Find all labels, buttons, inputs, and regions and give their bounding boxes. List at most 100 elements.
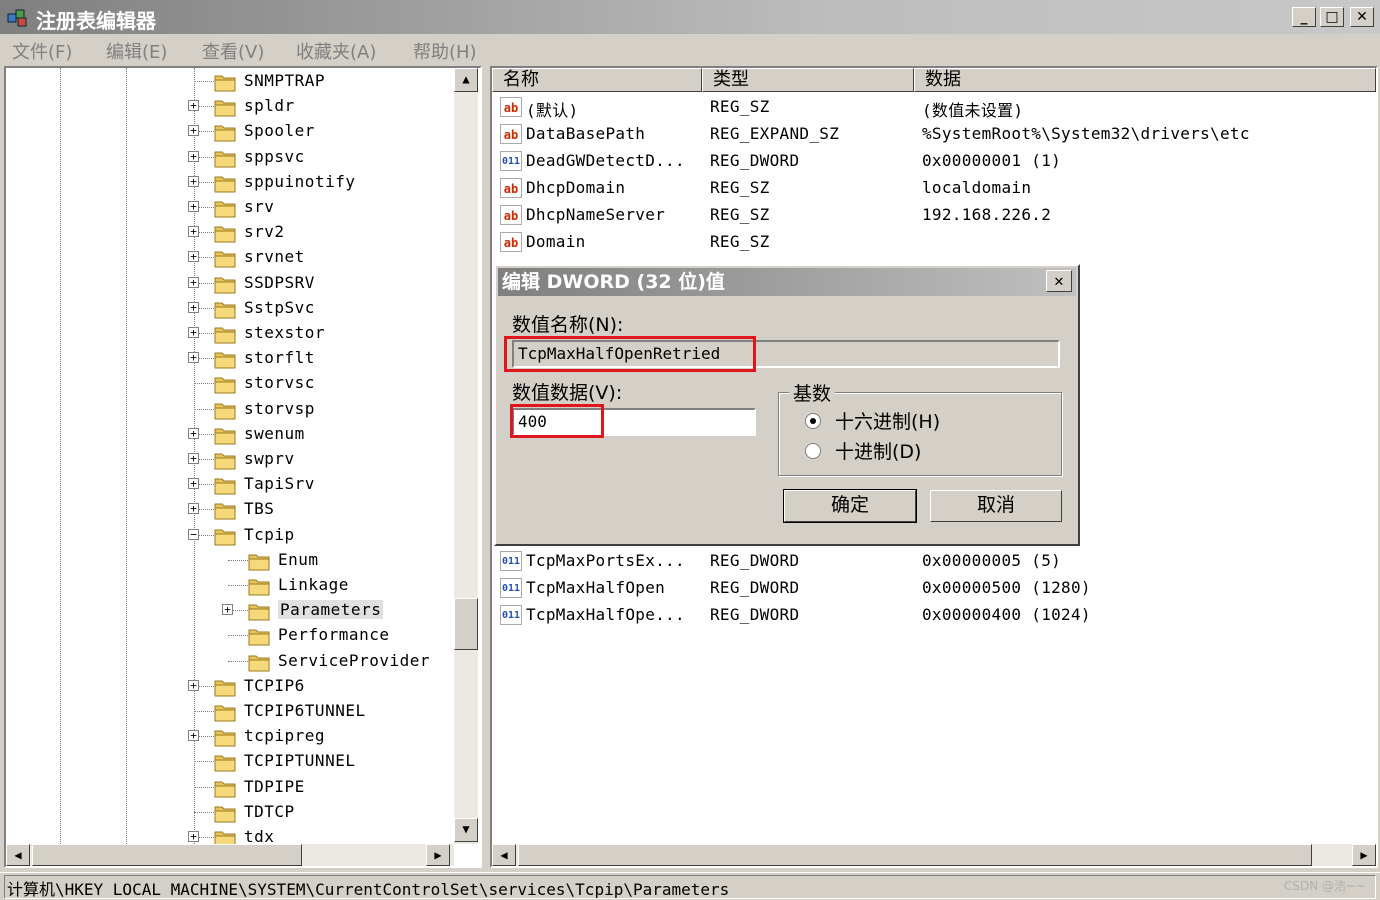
tree-item[interactable]: ServiceProvider: [6, 650, 452, 674]
tree-item-label[interactable]: SSDPSRV: [244, 273, 315, 292]
value-row[interactable]: ab (默认) REG_SZ (数值未设置): [498, 94, 1368, 121]
expand-icon[interactable]: +: [188, 201, 199, 212]
tree-item[interactable]: + sppuinotify: [6, 171, 452, 195]
minimize-button[interactable]: _: [1292, 7, 1316, 27]
tree-item-label[interactable]: TCPIP6TUNNEL: [244, 701, 366, 720]
tree-item-label[interactable]: TapiSrv: [244, 474, 315, 493]
menu-help[interactable]: 帮助(H): [413, 38, 477, 64]
tree-item[interactable]: TCPIPTUNNEL: [6, 750, 452, 774]
tree-item[interactable]: + swprv: [6, 448, 452, 472]
expand-icon[interactable]: +: [188, 679, 199, 691]
value-row[interactable]: 011 TcpMaxPortsEx... REG_DWORD 0x00000005 (…: [498, 548, 1368, 575]
tree-item[interactable]: + sppsvc: [6, 146, 452, 170]
tree-item-label[interactable]: sppuinotify: [244, 172, 355, 191]
tree-item-label[interactable]: srvnet: [244, 247, 305, 266]
tree-item[interactable]: + storflt: [6, 347, 452, 371]
tree-item[interactable]: + srvnet: [6, 246, 452, 270]
expand-icon[interactable]: +: [188, 100, 199, 112]
expand-icon[interactable]: +: [188, 251, 199, 263]
tree-item[interactable]: TDTCP: [6, 801, 452, 825]
expand-icon[interactable]: +: [188, 831, 199, 842]
tree-item[interactable]: + Parameters: [6, 599, 452, 623]
tree-item[interactable]: + SstpSvc: [6, 297, 452, 321]
tree-item-label[interactable]: srv: [244, 197, 274, 216]
tree-item[interactable]: storvsc: [6, 372, 452, 396]
tree-item[interactable]: + TBS: [6, 498, 452, 522]
tree-item-label[interactable]: TCPIP6: [244, 676, 305, 695]
value-row[interactable]: ab DhcpNameServer REG_SZ 192.168.226.2: [498, 202, 1368, 229]
tree-item-label[interactable]: stexstor: [244, 323, 325, 342]
tree-item[interactable]: TCPIP6TUNNEL: [6, 700, 452, 724]
tree-item[interactable]: Linkage: [6, 574, 452, 598]
value-row[interactable]: 011 TcpMaxHalfOpe... REG_DWORD 0x00000400 (…: [498, 602, 1368, 629]
expand-icon[interactable]: +: [188, 175, 199, 187]
tree-item[interactable]: + srv: [6, 196, 452, 220]
expand-icon[interactable]: +: [188, 453, 199, 464]
value-row[interactable]: ab Domain REG_SZ: [498, 229, 1368, 256]
tree-item-label[interactable]: Parameters: [278, 600, 384, 620]
maximize-button[interactable]: □: [1320, 7, 1344, 27]
tree-item-label[interactable]: sppsvc: [244, 147, 305, 166]
tree-item-label[interactable]: TBS: [244, 499, 274, 518]
tree-item-label[interactable]: Linkage: [278, 575, 349, 594]
tree-item-label[interactable]: spldr: [244, 96, 295, 115]
tree-item[interactable]: storvsp: [6, 398, 452, 422]
expand-icon[interactable]: +: [188, 150, 199, 162]
tree-scroll-down-button[interactable]: ▼: [454, 818, 478, 842]
tree-scroll-thumb[interactable]: [454, 598, 478, 650]
expand-icon[interactable]: +: [188, 478, 199, 490]
expand-icon[interactable]: +: [222, 604, 233, 616]
dialog-close-button[interactable]: ✕: [1046, 270, 1072, 292]
tree-item-label[interactable]: tcpipreg: [244, 726, 325, 745]
expand-icon[interactable]: +: [188, 327, 199, 338]
expand-icon[interactable]: +: [188, 276, 199, 288]
tree-item[interactable]: + TapiSrv: [6, 473, 452, 497]
tree-item-label[interactable]: ServiceProvider: [278, 651, 430, 670]
tree-item-label[interactable]: TDTCP: [244, 802, 295, 821]
expand-icon[interactable]: +: [188, 352, 199, 364]
tree-item-label[interactable]: swenum: [244, 424, 305, 443]
value-row[interactable]: ab DataBasePath REG_EXPAND_SZ %SystemRoot%\…: [498, 121, 1368, 148]
list-scroll-left-button[interactable]: ◀: [492, 844, 516, 866]
menu-file[interactable]: 文件(F): [12, 38, 72, 64]
tree-item-label[interactable]: Spooler: [244, 121, 315, 140]
list-scroll-right-button[interactable]: ▶: [1352, 844, 1376, 866]
ok-button[interactable]: 确定: [783, 489, 917, 523]
tree-item[interactable]: + swenum: [6, 423, 452, 447]
hex-radio-label[interactable]: 十六进制(H): [835, 407, 940, 434]
tree-item[interactable]: + spldr: [6, 95, 452, 119]
tree-item[interactable]: + stexstor: [6, 322, 452, 346]
column-header-name[interactable]: 名称: [492, 68, 702, 92]
tree-item-label[interactable]: TCPIPTUNNEL: [244, 751, 355, 770]
value-row[interactable]: 011 TcpMaxHalfOpen REG_DWORD 0x00000500 (12…: [498, 575, 1368, 602]
tree-item[interactable]: Enum: [6, 549, 452, 573]
tree-item[interactable]: + TCPIP6: [6, 675, 452, 699]
column-header-type[interactable]: 类型: [702, 68, 914, 92]
expand-icon[interactable]: +: [188, 125, 199, 137]
expand-icon[interactable]: +: [188, 301, 199, 313]
column-header-data[interactable]: 数据: [914, 68, 1376, 92]
value-row[interactable]: 011 DeadGWDetectD... REG_DWORD 0x00000001 (…: [498, 148, 1368, 175]
menu-view[interactable]: 查看(V): [202, 38, 264, 64]
hex-radio[interactable]: [805, 413, 821, 429]
expand-icon[interactable]: +: [188, 503, 199, 515]
menu-favorites[interactable]: 收藏夹(A): [296, 38, 376, 64]
tree-item-label[interactable]: Performance: [278, 625, 389, 644]
tree-item-label[interactable]: swprv: [244, 449, 295, 468]
tree-item[interactable]: + srv2: [6, 221, 452, 245]
dec-radio[interactable]: [805, 443, 821, 459]
tree-item[interactable]: + Spooler: [6, 120, 452, 144]
tree-item[interactable]: + tcpipreg: [6, 725, 452, 749]
tree-item-label[interactable]: srv2: [244, 222, 285, 241]
collapse-icon[interactable]: −: [188, 528, 199, 540]
tree-item-label[interactable]: storvsc: [244, 373, 315, 392]
tree-scroll-right-button[interactable]: ▶: [426, 844, 450, 866]
tree-item-label[interactable]: SNMPTRAP: [244, 71, 325, 90]
tree-item-label[interactable]: SstpSvc: [244, 298, 315, 317]
tree-item[interactable]: + SSDPSRV: [6, 272, 452, 296]
dec-radio-label[interactable]: 十进制(D): [835, 437, 921, 464]
tree-scroll-left-button[interactable]: ◀: [6, 844, 30, 866]
tree-item-label[interactable]: Enum: [278, 550, 319, 569]
tree-item[interactable]: Performance: [6, 624, 452, 648]
tree-vertical-scrollbar[interactable]: [454, 68, 478, 844]
